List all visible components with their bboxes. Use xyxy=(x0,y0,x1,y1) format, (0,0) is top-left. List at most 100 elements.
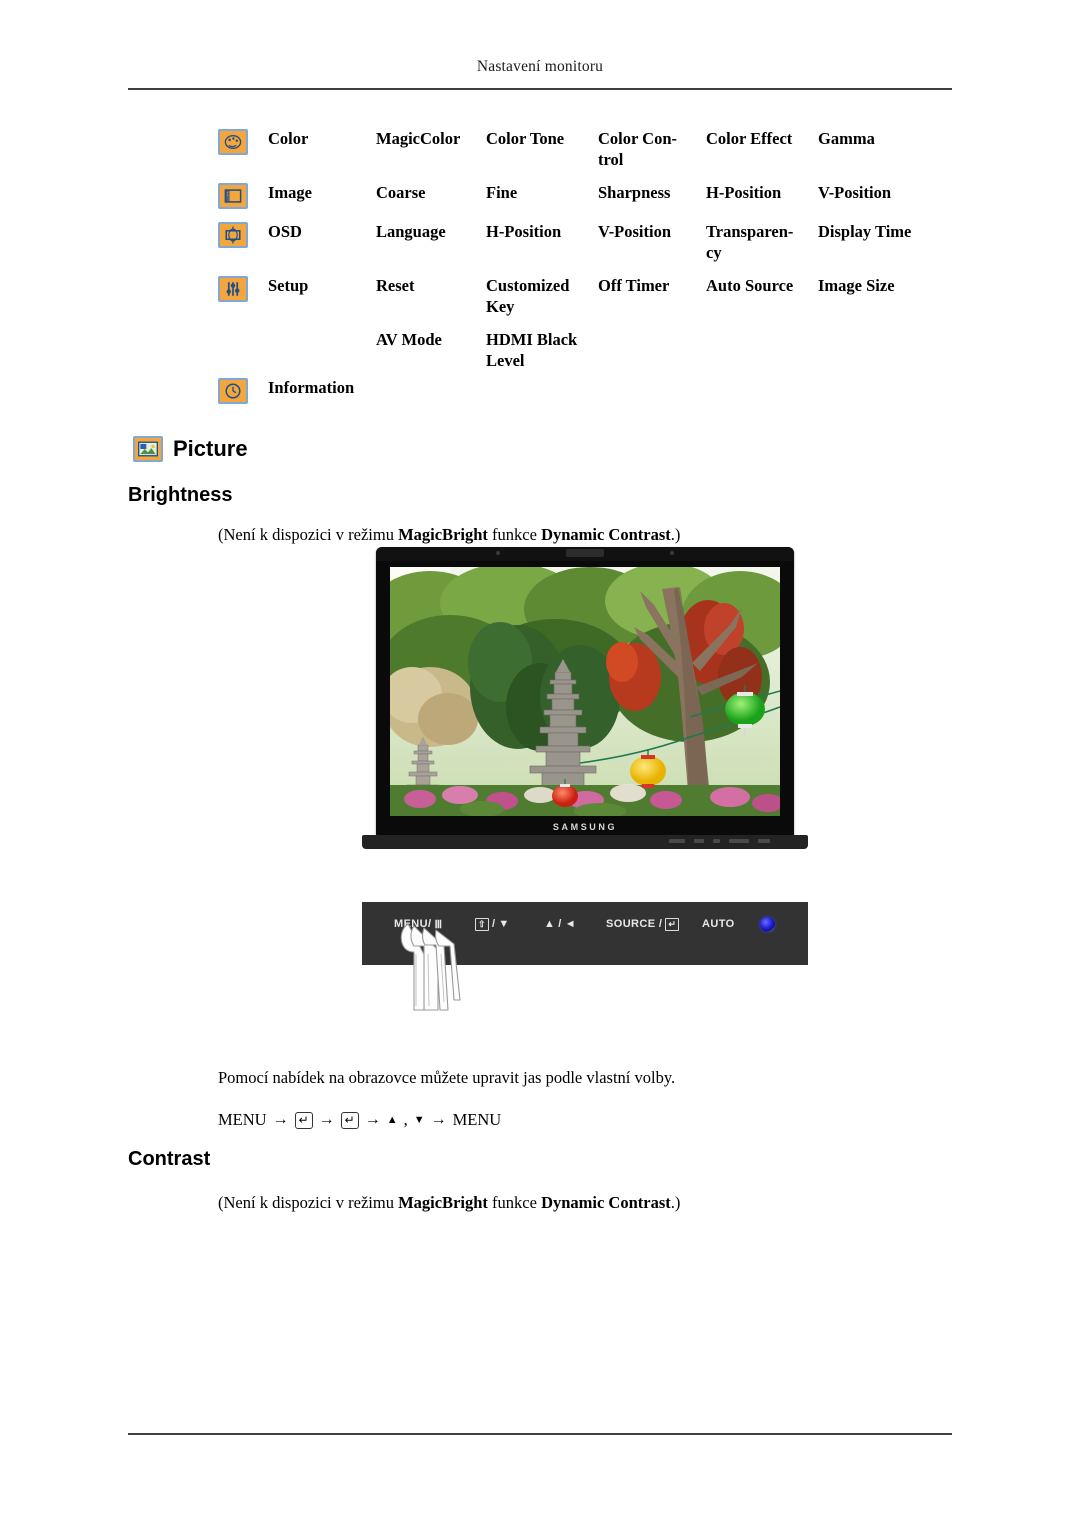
arrow-right-icon: → xyxy=(430,1111,447,1128)
menu-map-cell: Image Size xyxy=(818,276,895,295)
table-row: Image Coarse Fine Sharpness H-Position V… xyxy=(218,182,958,209)
osd-icon xyxy=(218,222,248,248)
menu-map-cell: V-Position xyxy=(818,183,892,202)
monitor-top-label xyxy=(566,549,604,557)
note-mid: funkce xyxy=(487,1193,542,1212)
arrow-up-icon: ▲ xyxy=(386,1114,398,1126)
picture-section-heading: Picture xyxy=(133,436,248,462)
path-menu-label: MENU xyxy=(218,1110,267,1129)
menu-map-cell-line1: HDMI Black xyxy=(486,330,578,349)
path-comma: , xyxy=(403,1110,408,1129)
menu-map-cell: Sharpness xyxy=(598,183,671,202)
base-port xyxy=(669,839,685,843)
menu-map-cell-line2: trol xyxy=(598,150,624,169)
palette-icon xyxy=(218,129,248,155)
menu-map-cell: Fine xyxy=(486,183,518,202)
menu-map-cell-line2: Level xyxy=(486,351,525,370)
arrow-right-icon: → xyxy=(318,1111,335,1128)
menu-map-cell: Color Con- trol xyxy=(598,128,706,170)
base-port xyxy=(758,839,770,843)
monitor-base xyxy=(362,835,808,849)
note-suffix: .) xyxy=(670,1193,681,1212)
path-menu-label-end: MENU xyxy=(452,1110,502,1129)
menu-map-cell: MagicColor xyxy=(376,129,461,148)
menu-map-cell: Reset xyxy=(376,276,415,295)
enter-icon: ↵ xyxy=(665,917,680,931)
monitor-brand-logo: SAMSUNG xyxy=(552,822,618,832)
magicbright-icon: ⇧ xyxy=(475,917,489,931)
monitor-figure: SAMSUNG MENU/Ⅲ ⇧ / ▼ ▲ / ◄ SOURCE / ↵ AU… xyxy=(362,547,808,1012)
footer-divider xyxy=(128,1433,952,1435)
auto-button[interactable]: AUTO xyxy=(702,918,735,930)
note-bold-dynamic-contrast: Dynamic Contrast xyxy=(541,525,671,544)
menu-map-cell: Display Time xyxy=(818,222,912,241)
menu-map-icon-cell xyxy=(218,221,268,248)
power-button[interactable] xyxy=(760,916,775,932)
menu-map-cell: Gamma xyxy=(818,129,875,148)
arrow-right-icon: → xyxy=(272,1111,289,1128)
volume-icon: ◄ xyxy=(564,918,577,930)
clock-icon xyxy=(218,378,248,404)
note-suffix: .) xyxy=(670,525,681,544)
note-prefix: (Není k dispozici v režimu xyxy=(218,525,399,544)
brightness-heading: Brightness xyxy=(128,484,233,506)
menu-map-cell: H-Position xyxy=(706,183,782,202)
monitor-screen-image xyxy=(390,567,780,816)
contrast-note: (Není k dispozici v režimu MagicBright f… xyxy=(218,1192,680,1214)
note-bold-dynamic-contrast: Dynamic Contrast xyxy=(541,1193,671,1212)
menu-map-label: Setup xyxy=(268,276,309,295)
volume-up-button[interactable]: ▲ / ◄ xyxy=(544,918,576,930)
auto-label: AUTO xyxy=(702,918,735,930)
menu-map-cell: Color Effect xyxy=(706,129,793,148)
menu-button-label: MENU/ xyxy=(394,918,432,930)
contrast-heading: Contrast xyxy=(128,1148,211,1170)
table-row: Setup Reset Customized Key Off Timer Aut… xyxy=(218,275,958,317)
menu-map-cell: Language xyxy=(376,222,446,241)
monitor-top-dot-right xyxy=(670,551,674,555)
menu-map-label: OSD xyxy=(268,222,302,241)
magicbright-down-button[interactable]: ⇧ / ▼ xyxy=(475,917,510,931)
menu-map-icon-cell xyxy=(218,377,268,404)
power-led-icon xyxy=(760,916,775,932)
menu-button[interactable]: MENU/Ⅲ xyxy=(394,918,442,931)
base-port xyxy=(694,839,704,843)
image-icon xyxy=(218,183,248,209)
menu-map-cell: H-Position xyxy=(486,222,562,241)
monitor-base-ports xyxy=(669,839,770,843)
source-enter-button[interactable]: SOURCE / ↵ xyxy=(606,917,680,931)
menu-map-icon-cell xyxy=(218,128,268,155)
picture-icon xyxy=(133,436,163,462)
btn3-separator: / xyxy=(558,918,562,930)
sliders-icon xyxy=(218,276,248,302)
menu-map-cell: Color Tone xyxy=(486,129,565,148)
table-row: AV Mode HDMI Black Level xyxy=(218,329,958,371)
menu-map-icon-cell xyxy=(218,275,268,302)
note-mid: funkce xyxy=(487,525,542,544)
brightness-note: (Není k dispozici v režimu MagicBright f… xyxy=(218,524,680,546)
monitor-top-bezel xyxy=(376,547,794,561)
menu-map-cell: HDMI Black Level xyxy=(486,329,598,371)
enter-key-icon: ↵ xyxy=(294,1111,313,1129)
menu-map-icon-cell-empty xyxy=(218,329,268,330)
menu-map-label: Color xyxy=(268,129,309,148)
menu-map-table: Color MagicColor Color Tone Color Con- t… xyxy=(218,128,958,416)
arrow-up-icon: ▲ xyxy=(544,918,556,930)
menu-map-cell-line1: Transparen- xyxy=(706,222,794,241)
btn2-separator: / xyxy=(491,918,496,930)
table-row: OSD Language H-Position V-Position Trans… xyxy=(218,221,958,263)
menu-map-cell: Coarse xyxy=(376,183,426,202)
menu-map-cell: Transparen- cy xyxy=(706,221,818,263)
monitor-control-panel: MENU/Ⅲ ⇧ / ▼ ▲ / ◄ SOURCE / ↵ AUTO xyxy=(362,902,808,965)
menu-map-cell: Customized Key xyxy=(486,275,598,317)
arrow-down-icon: ▼ xyxy=(498,918,510,930)
menu-bars-icon: Ⅲ xyxy=(434,918,443,931)
note-prefix: (Není k dispozici v režimu xyxy=(218,1193,399,1212)
note-bold-magicbright: MagicBright xyxy=(398,1193,488,1212)
menu-map-cell-line1: Customized xyxy=(486,276,570,295)
header-divider xyxy=(128,88,952,90)
brightness-menu-path: MENU → ↵ → ↵ → ▲ , ▼ → MENU xyxy=(218,1110,501,1130)
arrow-right-icon: → xyxy=(364,1111,381,1128)
base-port xyxy=(729,839,749,843)
menu-map-cell: Off Timer xyxy=(598,276,670,295)
note-bold-magicbright: MagicBright xyxy=(398,525,488,544)
